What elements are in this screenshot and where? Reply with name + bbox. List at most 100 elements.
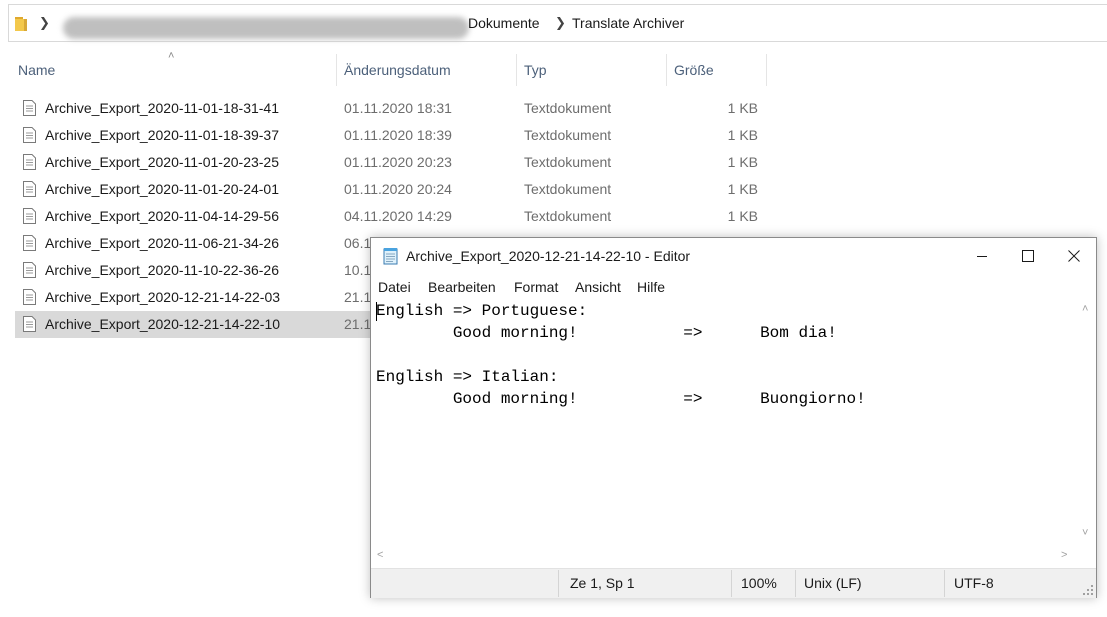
scroll-up-icon[interactable]: ˄ [1082, 303, 1088, 315]
file-name: Archive_Export_2020-11-01-20-23-25 [45, 154, 279, 170]
file-size: 1 KB [727, 181, 758, 197]
column-header-type-label: Typ [524, 62, 547, 78]
text-file-icon [23, 127, 36, 143]
file-name: Archive_Export_2020-11-04-14-29-56 [45, 208, 279, 224]
text-file-icon [23, 235, 36, 251]
file-row[interactable]: Archive_Export_2020-11-06-21-34-26 [15, 230, 373, 257]
file-name: Archive_Export_2020-11-01-20-24-01 [45, 181, 279, 197]
notepad-window: Archive_Export_2020-12-21-14-22-10 - Edi… [370, 237, 1097, 598]
notepad-statusbar: Ze 1, Sp 1 100% Unix (LF) UTF-8 [371, 568, 1096, 598]
notepad-titlebar[interactable]: Archive_Export_2020-12-21-14-22-10 - Edi… [371, 238, 1096, 276]
status-zoom: 100% [741, 575, 777, 591]
text-line: Good morning! => Bom dia! [376, 324, 837, 342]
chevron-right-icon[interactable]: ❯ [39, 15, 50, 31]
notepad-menubar: Datei Bearbeiten Format Ansicht Hilfe [371, 276, 1096, 298]
status-separator [944, 570, 945, 597]
notepad-title: Archive_Export_2020-12-21-14-22-10 - Edi… [406, 248, 691, 264]
vertical-scrollbar[interactable]: ˄ ˅ [1078, 299, 1096, 547]
menu-format[interactable]: Format [514, 279, 558, 295]
scroll-right-icon[interactable]: ˃ [1061, 549, 1067, 561]
menu-bearbeiten[interactable]: Bearbeiten [428, 279, 496, 295]
file-row-selected[interactable]: Archive_Export_2020-12-21-14-22-10 [15, 311, 373, 338]
text-file-icon [23, 100, 36, 116]
text-file-icon [23, 262, 36, 278]
menu-ansicht[interactable]: Ansicht [575, 279, 621, 295]
text-file-icon [23, 154, 36, 170]
file-date: 01.11.2020 20:23 [344, 154, 452, 170]
column-header-size[interactable]: Größe [666, 52, 766, 88]
column-header-name[interactable]: Name [10, 52, 336, 88]
file-type: Textdokument [524, 154, 612, 170]
text-line: English => Italian: [376, 368, 559, 386]
file-row[interactable]: Archive_Export_2020-11-04-14-29-56 [15, 203, 373, 230]
maximize-button[interactable] [1005, 238, 1051, 274]
file-name: Archive_Export_2020-11-10-22-36-26 [45, 262, 279, 278]
text-caret [376, 302, 377, 321]
status-cursor-position: Ze 1, Sp 1 [570, 575, 635, 591]
close-button[interactable] [1051, 238, 1097, 274]
file-date: 04.11.2020 14:29 [344, 208, 452, 224]
column-divider[interactable] [766, 54, 767, 86]
breadcrumb-dokumente[interactable]: Dokumente [468, 15, 540, 31]
file-row[interactable]: Archive_Export_2020-11-01-18-31-41 [15, 95, 373, 122]
status-encoding: UTF-8 [954, 575, 994, 591]
chevron-right-icon: ❯ [555, 15, 566, 30]
file-date: 06.1 [344, 235, 372, 251]
file-row[interactable]: Archive_Export_2020-11-01-20-23-25 [15, 149, 373, 176]
file-name: Archive_Export_2020-12-21-14-22-10 [45, 316, 281, 332]
file-name: Archive_Export_2020-11-01-18-31-41 [45, 100, 279, 116]
scroll-down-icon[interactable]: ˅ [1082, 527, 1088, 539]
file-date: 01.11.2020 18:31 [344, 100, 452, 116]
file-date: 21.1 [344, 316, 372, 332]
file-type: Textdokument [524, 208, 612, 224]
file-date: 21.1 [344, 289, 372, 305]
column-header-modified[interactable]: Änderungsdatum [336, 52, 516, 88]
file-size: 1 KB [727, 154, 758, 170]
status-line-ending: Unix (LF) [804, 575, 862, 591]
column-header-modified-label: Änderungsdatum [344, 62, 451, 78]
minimize-icon [976, 255, 987, 257]
maximize-icon [1022, 250, 1034, 262]
file-type: Textdokument [524, 127, 612, 143]
file-size: 1 KB [727, 208, 758, 224]
text-line: English => Portuguese: [376, 302, 588, 320]
close-icon [1068, 250, 1080, 262]
file-name: Archive_Export_2020-11-06-21-34-26 [45, 235, 279, 251]
file-type: Textdokument [524, 100, 612, 116]
menu-datei[interactable]: Datei [378, 279, 411, 295]
file-size: 1 KB [727, 100, 758, 116]
text-file-icon [23, 208, 36, 224]
notepad-text-area[interactable]: English => Portuguese: Good morning! => … [372, 299, 1078, 547]
file-size: 1 KB [727, 127, 758, 143]
file-type: Textdokument [524, 181, 612, 197]
file-date: 10.1 [344, 262, 372, 278]
file-row[interactable]: Archive_Export_2020-11-10-22-36-26 [15, 257, 373, 284]
file-name: Archive_Export_2020-11-01-18-39-37 [45, 127, 279, 143]
file-date: 01.11.2020 18:39 [344, 127, 452, 143]
text-file-icon [23, 289, 36, 305]
file-row[interactable]: Archive_Export_2020-11-01-20-24-01 [15, 176, 373, 203]
folder-icon [15, 17, 27, 31]
status-separator [731, 570, 732, 597]
text-line: Good morning! => Buongiorno! [376, 390, 866, 408]
breadcrumb-translate-archiver[interactable]: Translate Archiver [572, 15, 684, 31]
text-file-icon [23, 316, 36, 332]
column-header-size-label: Größe [674, 62, 714, 78]
column-header-type[interactable]: Typ [516, 52, 666, 88]
horizontal-scrollbar[interactable]: ˂ ˃ [372, 547, 1078, 565]
file-date: 01.11.2020 20:24 [344, 181, 452, 197]
file-name: Archive_Export_2020-12-21-14-22-03 [45, 289, 281, 305]
minimize-button[interactable] [959, 238, 1005, 274]
column-header-name-label: Name [18, 62, 56, 78]
text-file-icon [23, 181, 36, 197]
menu-hilfe[interactable]: Hilfe [637, 279, 665, 295]
notepad-icon [383, 248, 398, 265]
scroll-left-icon[interactable]: ˂ [377, 549, 383, 561]
redacted-breadcrumb [63, 17, 469, 39]
status-separator [795, 570, 796, 597]
file-row[interactable]: Archive_Export_2020-11-01-18-39-37 [15, 122, 373, 149]
status-separator [558, 570, 559, 597]
address-bar[interactable]: ❯ Dokumente ❯ Translate Archiver [8, 4, 1107, 42]
resize-grip-icon[interactable] [1083, 585, 1093, 595]
file-row[interactable]: Archive_Export_2020-12-21-14-22-03 [15, 284, 373, 311]
